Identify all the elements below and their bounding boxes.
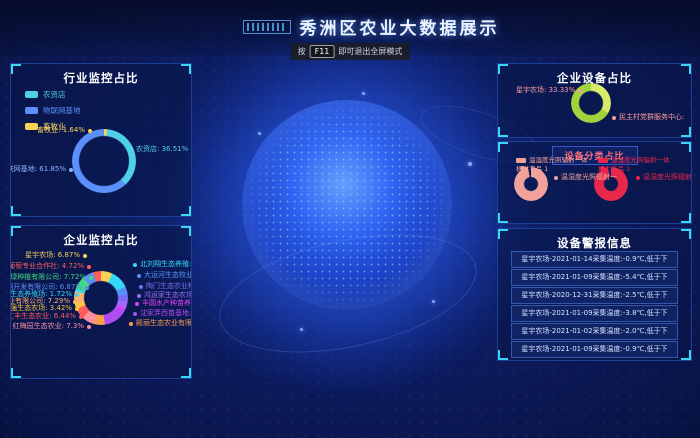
alarm-row[interactable]: 星宇农场-2021-01-09采集温度:-0.9℃,低于下限:0℃: [511, 341, 678, 358]
alarm-panel-title: 设备警报信息: [498, 235, 691, 251]
page-title: 秀洲区农业大数据展示: [300, 14, 500, 39]
tip-prefix: 按: [298, 46, 306, 57]
legend-swatch: [25, 107, 38, 114]
legend-swatch: [598, 158, 608, 163]
enterprise-ratio-panel: 企业监控占比 星宇农场: 6.87% 红霞葡萄专业合作社: 4.72% 家绿种植…: [10, 225, 192, 379]
chart-label: 星宇农场: 6.87%: [25, 252, 87, 259]
industry-ratio-panel: 行业监控占比 农资店 物联网基地 畜牧业 畜牧业: 1.64% 农资店: 36.…: [10, 63, 192, 217]
alarm-row[interactable]: 星宇农场-2020-12-31采集温度:-2.5℃,低于下限:0℃: [511, 287, 678, 304]
chart-label: 红霞葡萄专业合作社: 4.72%: [10, 263, 91, 270]
legend-swatch: [516, 158, 526, 163]
label-dot: [612, 116, 616, 120]
device-ratio-panel: 企业设备占比 星宇农场: 33.33% 民主村党群服务中心:: [497, 63, 692, 138]
f11-key: F11: [310, 45, 335, 58]
label-dot: [87, 265, 91, 269]
chart-label: 物联网基地: 61.85%: [10, 166, 73, 173]
chart-label: 陶门生态农业科技有限公: [139, 283, 192, 290]
fullscreen-tip: 按 F11 即可退出全屏模式: [291, 43, 410, 60]
label-dot: [133, 263, 137, 267]
label-dot: [137, 294, 141, 298]
satellite-dot: [520, 166, 525, 171]
alarm-row[interactable]: 星宇农场-2021-01-14采集温度:-0.9℃,低于下限:0℃: [511, 251, 678, 268]
legend-swatch: [25, 91, 38, 98]
legend-label: 物联网基地: [43, 105, 81, 116]
label-dot: [133, 312, 137, 316]
brand-logo: [243, 20, 291, 34]
chart-label: 仁丰生态农业: 6.44%: [10, 313, 83, 320]
label-dot: [75, 293, 79, 297]
label-dot: [79, 315, 83, 319]
classification-donut-left[interactable]: [514, 167, 548, 201]
device-alarm-panel: 设备警报信息 星宇农场-2021-01-14采集温度:-0.9℃,低于下限:0℃…: [497, 228, 692, 361]
label-dot: [135, 302, 139, 306]
chart-label: 畜牧业: 1.64%: [37, 127, 92, 134]
label-dot: [139, 285, 143, 289]
chart-label: 丰圆水产种苗养殖场: 1.: [135, 300, 192, 307]
label-dot: [137, 274, 141, 278]
alarm-row[interactable]: 星宇农场-2021-01-02采集温度:-2.0℃,低于下限:0℃: [511, 323, 678, 340]
legend-label: 农资店: [43, 89, 66, 100]
label-dot: [87, 325, 91, 329]
legend-item[interactable]: 农资店: [25, 89, 81, 100]
label-dot: [554, 176, 558, 180]
dashboard-root: 秀洲区农业大数据展示 按 F11 即可退出全屏模式 行业监控占比 农资店 物联网…: [0, 0, 700, 438]
label-dot: [129, 322, 133, 326]
label-dot: [75, 307, 79, 311]
chart-label: 大运河生态牧业有限责任公: [137, 272, 192, 279]
chart-label: 星宇农场: 33.33%: [516, 87, 582, 94]
label-dot: [578, 89, 582, 93]
alarm-row[interactable]: 星宇农场-2021-01-09采集温度:-3.8℃,低于下限:0℃: [511, 305, 678, 322]
label-dot: [73, 300, 77, 304]
chart-label: 李强生态农场: 3.42%: [10, 305, 79, 312]
label-dot: [129, 148, 133, 152]
industry-panel-title: 行业监控占比: [11, 70, 191, 86]
chart-label: 家绿种植有限公司: 7.72%: [10, 274, 93, 281]
chart-label: 沈家弄西苗基地: 15.02%: [133, 310, 192, 317]
chart-label: 农资店: 36.51%: [129, 146, 188, 153]
chart-label: 温湿度光照辐射一: [554, 174, 617, 181]
alarm-row[interactable]: 星宇农场-2021-01-09采集温度:-5.4℃,低于下限:0℃: [511, 269, 678, 286]
legend-swatch: [25, 123, 38, 130]
satellite-dot: [600, 166, 605, 171]
label-dot: [88, 129, 92, 133]
chart-label: 民主村党群服务中心:: [612, 114, 684, 121]
device-classification-panel: 设备分类占比 温湿度光照辐射一体机类产品 1 温湿度光照辐射一体机类产品 1 温…: [497, 141, 692, 224]
chart-label: 温湿度光照辐射一: [636, 174, 692, 181]
enterprise-panel-title: 企业监控占比: [11, 232, 191, 248]
chart-label: 鸿运家生态农场: 4.29: [137, 292, 192, 299]
label-dot: [83, 254, 87, 258]
chart-label: 红梅园生态农业: 7.3%: [13, 323, 91, 330]
legend-item[interactable]: 物联网基地: [25, 105, 81, 116]
label-dot: [85, 286, 89, 290]
chart-label: 殿丽生态农业有限公司: 6.87%: [129, 320, 192, 327]
tip-suffix: 即可退出全屏模式: [338, 46, 402, 57]
label-dot: [89, 276, 93, 280]
industry-donut-chart[interactable]: [72, 129, 136, 193]
chart-label: 北刘翔生态养殖: 11.16%: [133, 261, 192, 268]
label-dot: [69, 168, 73, 172]
label-dot: [636, 176, 640, 180]
